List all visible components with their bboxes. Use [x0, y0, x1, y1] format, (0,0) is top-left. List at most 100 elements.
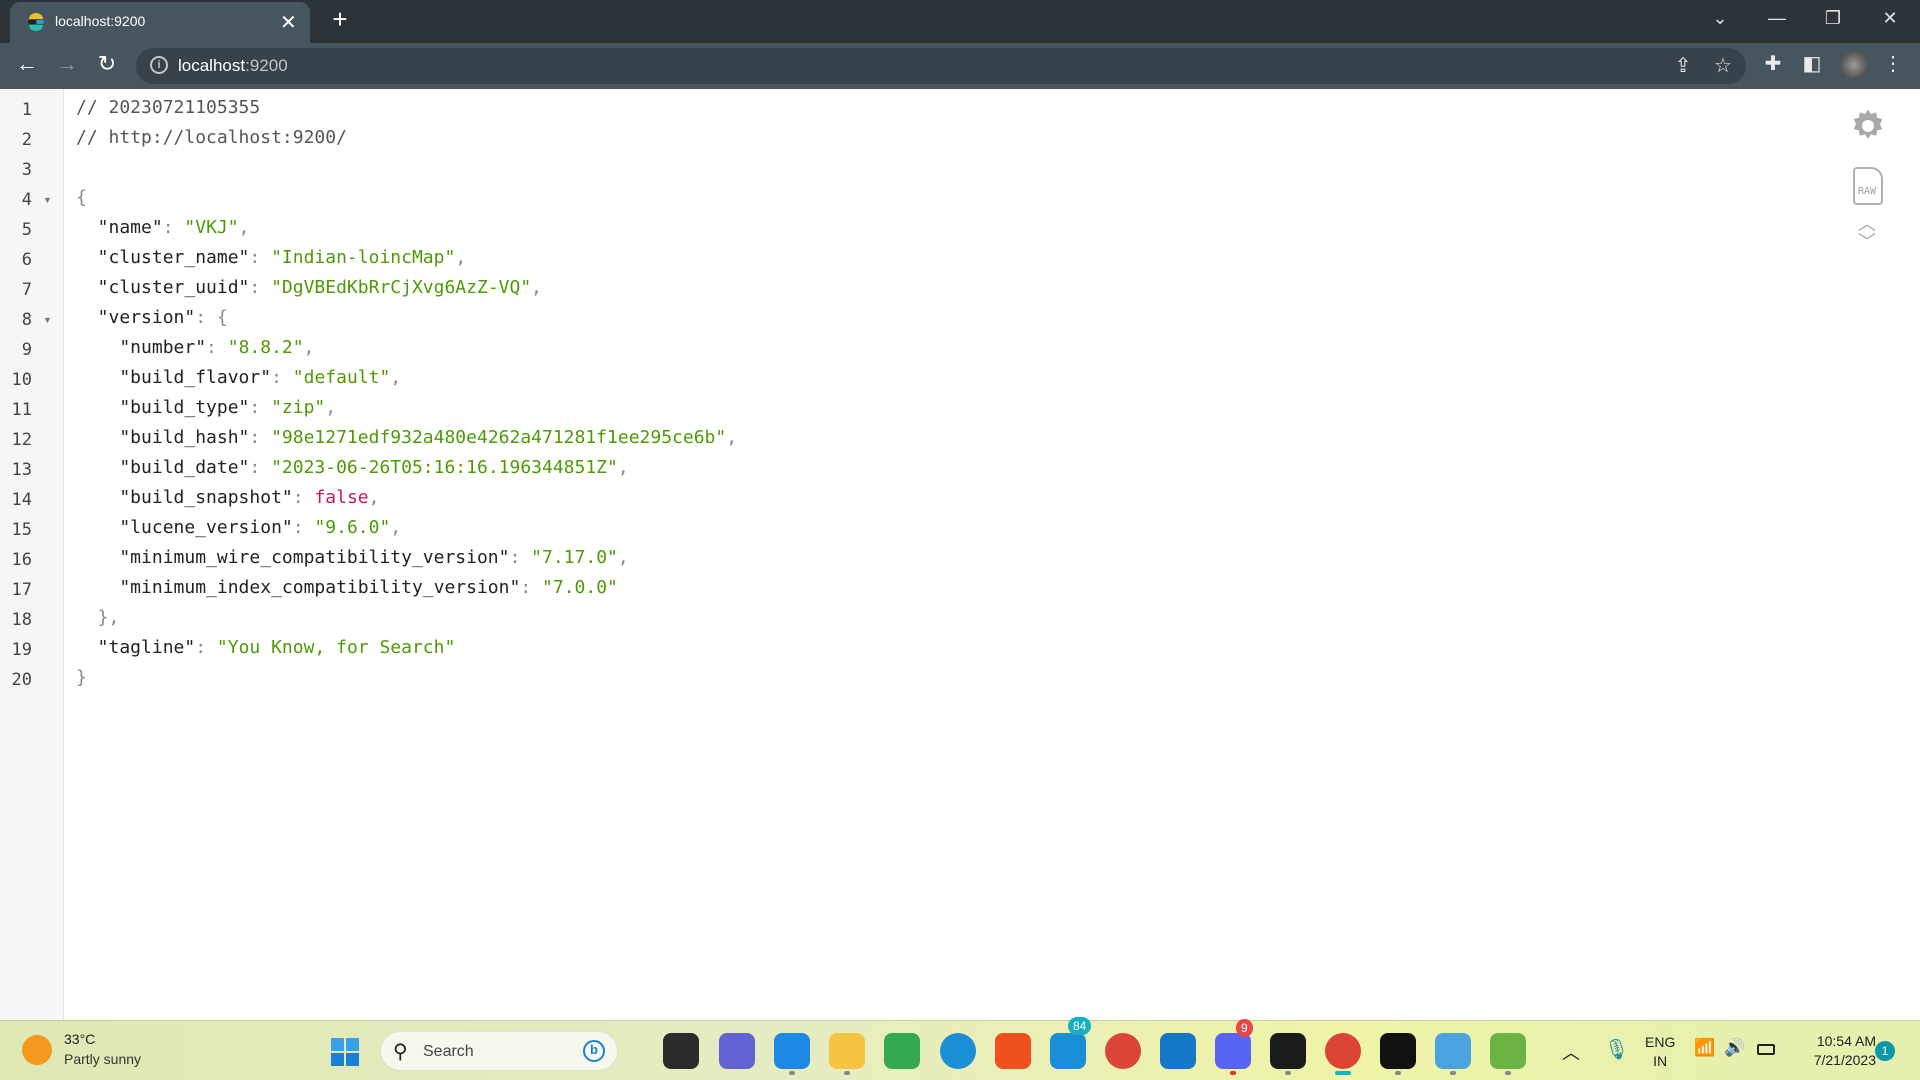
json-key: "build_flavor" [76, 367, 272, 388]
tab-strip: localhost:9200 ✕ + ⌄ — ❐ ✕ [0, 0, 1920, 43]
taskbar-app-edge-icon[interactable] [940, 1033, 976, 1069]
volume-icon[interactable]: 🔊 [1724, 1038, 1745, 1058]
notification-badge[interactable]: 1 [1875, 1041, 1895, 1061]
fold-toggle-icon[interactable]: ▼ [43, 315, 52, 325]
taskbar-app-chrome-profile-icon[interactable] [1325, 1033, 1361, 1069]
collapse-up-chevron-icon[interactable]: ︿ [1858, 215, 1890, 233]
json-punctuation: , [368, 487, 380, 508]
back-button[interactable]: ← [12, 51, 42, 77]
json-string: "7.0.0" [542, 577, 618, 598]
battery-icon[interactable] [1757, 1044, 1775, 1055]
json-key: "cluster_uuid" [76, 277, 250, 298]
json-punctuation: , [531, 277, 543, 298]
close-window-button[interactable]: ✕ [1870, 8, 1910, 29]
taskbar-app-file-explorer-icon[interactable] [829, 1033, 865, 1069]
code-line: "lucene_version": "9.6.0", [76, 517, 401, 538]
microphone-icon[interactable]: 🎙 [1604, 1037, 1629, 1062]
restore-button[interactable]: ❐ [1813, 8, 1853, 29]
line-number: 2 [21, 130, 32, 150]
address-bar[interactable]: i localhost:9200 ⇪ ☆ [136, 48, 1746, 84]
line-number: 12 [11, 430, 32, 450]
taskbar-app-task-view-icon[interactable] [663, 1033, 699, 1069]
weather-desc[interactable]: Partly sunny [64, 1051, 141, 1067]
minimize-button[interactable]: — [1757, 8, 1797, 29]
language-label: ENG [1645, 1034, 1676, 1050]
taskbar-search-box[interactable]: ⚲ Search b [380, 1031, 618, 1071]
json-punctuation: , [617, 457, 629, 478]
json-boolean: false [314, 487, 369, 508]
weather-temp[interactable]: 33°C [64, 1031, 95, 1047]
extensions-icon[interactable]: ✚ [1758, 51, 1788, 76]
json-string: "7.17.0" [531, 547, 618, 568]
running-indicator [1335, 1071, 1351, 1075]
running-indicator [1230, 1071, 1236, 1075]
line-number: 11 [11, 400, 32, 420]
taskbar-app-teams-icon[interactable] [719, 1033, 755, 1069]
bing-icon[interactable]: b [583, 1040, 605, 1062]
menu-kebab-icon[interactable]: ⋮ [1878, 51, 1908, 76]
code-line: "build_type": "zip", [76, 397, 336, 418]
settings-gear-icon[interactable] [1850, 108, 1886, 144]
line-number: 6 [21, 250, 32, 270]
json-string: "Indian-loincMap" [271, 247, 456, 268]
region-label: IN [1653, 1053, 1668, 1069]
weather-icon[interactable] [22, 1035, 52, 1065]
url-host: localhost [178, 56, 246, 75]
forward-button[interactable]: → [52, 51, 82, 77]
running-indicator [1505, 1071, 1511, 1075]
json-punctuation: { [76, 187, 87, 208]
browser-toolbar: ← → ↻ i localhost:9200 ⇪ ☆ ✚ ◧ ⋮ [0, 43, 1920, 89]
url-port: :9200 [245, 56, 288, 75]
json-punctuation: : [249, 457, 272, 478]
side-panel-icon[interactable]: ◧ [1797, 51, 1827, 76]
url-text[interactable]: localhost:9200 [178, 56, 288, 76]
json-key: "minimum_wire_compatibility_version" [76, 547, 510, 568]
taskbar-app-discord-icon[interactable] [1215, 1033, 1251, 1069]
json-punctuation: : [292, 517, 315, 538]
show-hidden-icons-chevron-icon[interactable]: ︿ [1562, 1039, 1580, 1065]
taskbar-app-notepad-icon[interactable] [1435, 1033, 1471, 1069]
taskbar-app-vscode-icon[interactable] [774, 1033, 810, 1069]
profile-avatar[interactable] [1840, 51, 1868, 79]
taskbar-app-terminal-icon[interactable] [1380, 1033, 1416, 1069]
clock[interactable]: 10:54 AM 7/21/2023 [1796, 1032, 1876, 1070]
tab-search-chevron-icon[interactable]: ⌄ [1700, 8, 1740, 29]
new-tab-button[interactable]: + [325, 4, 355, 35]
json-key: "cluster_name" [76, 247, 250, 268]
code-line: { [76, 187, 87, 208]
taskbar-app-spring-tool-icon[interactable] [1490, 1033, 1526, 1069]
json-key: "build_type" [76, 397, 250, 418]
line-number: 20 [11, 670, 32, 690]
reload-button[interactable]: ↻ [92, 51, 122, 77]
fold-toggle-icon[interactable]: ▼ [43, 195, 52, 205]
json-key: "minimum_index_compatibility_version" [76, 577, 521, 598]
raw-view-button[interactable]: RAW [1853, 167, 1883, 205]
running-indicator [1450, 1071, 1456, 1075]
code-line: "minimum_wire_compatibility_version": "7… [76, 547, 628, 568]
taskbar-app-store-icon[interactable] [1160, 1033, 1196, 1069]
code-line: } [76, 667, 87, 688]
tab-close-icon[interactable]: ✕ [280, 10, 297, 35]
line-number: 9 [21, 340, 32, 360]
date-label: 7/21/2023 [1813, 1052, 1876, 1068]
json-punctuation: } [76, 667, 87, 688]
search-placeholder: Search [423, 1043, 474, 1060]
language-indicator[interactable]: ENG IN [1645, 1033, 1675, 1071]
code-line: "name": "VKJ", [76, 217, 250, 238]
share-icon[interactable]: ⇪ [1668, 53, 1698, 78]
json-string: "You Know, for Search" [216, 637, 456, 658]
taskbar-app-mail-icon[interactable] [1050, 1033, 1086, 1069]
bookmark-star-icon[interactable]: ☆ [1708, 53, 1738, 78]
taskbar-app-webex-icon[interactable] [1270, 1033, 1306, 1069]
tab-localhost[interactable]: localhost:9200 ✕ [10, 2, 310, 43]
time-label: 10:54 AM [1816, 1033, 1876, 1049]
json-punctuation: : [509, 547, 532, 568]
taskbar-app-brave-icon[interactable] [995, 1033, 1031, 1069]
json-string: "default" [292, 367, 391, 388]
taskbar-app-chrome-icon[interactable] [1105, 1033, 1141, 1069]
wifi-icon[interactable]: 📶 [1694, 1038, 1715, 1058]
site-info-icon[interactable]: i [150, 56, 168, 74]
expand-down-chevron-icon[interactable]: ﹀ [1858, 233, 1890, 251]
windows-start-icon[interactable] [331, 1038, 359, 1066]
taskbar-app-google-meet-icon[interactable] [884, 1033, 920, 1069]
